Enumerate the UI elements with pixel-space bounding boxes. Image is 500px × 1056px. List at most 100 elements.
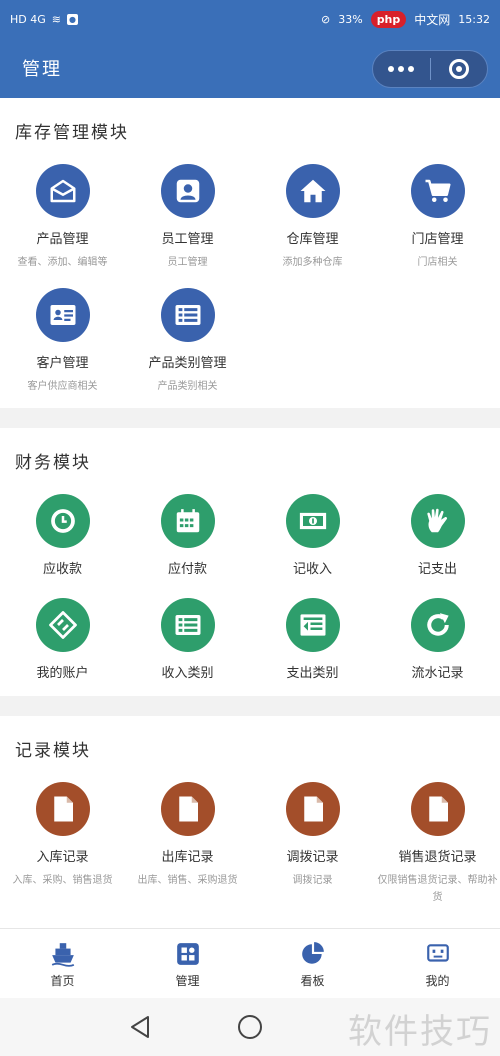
tile-transfer-records[interactable]: 调拨记录 调拨记录	[250, 782, 375, 889]
more-button[interactable]	[373, 51, 430, 87]
tile-description: 入库、采购、销售退货	[12, 875, 113, 886]
tile-description: 客户供应商相关	[27, 381, 98, 392]
tile-description: 查看、添加、编辑等	[17, 257, 108, 268]
tab-manage[interactable]: 管理	[125, 929, 250, 998]
records-section: 记录模块 入库记录 入库、采购、销售退货 出库记录 出库、销售、采购退货 调拨记…	[0, 716, 500, 928]
tile-label: 收入类别	[161, 666, 214, 681]
file-icon	[285, 782, 340, 836]
tile-description: 添加多种仓库	[282, 257, 343, 268]
tab-home[interactable]: 首页	[0, 929, 125, 998]
battery-level: 33%	[338, 12, 363, 26]
section-title: 库存管理模块	[15, 123, 129, 143]
tile-store-management[interactable]: 门店管理 门店相关	[375, 164, 500, 271]
watermark-text: 软件技巧	[348, 1012, 492, 1052]
tile-my-accounts[interactable]: 我的账户	[0, 598, 125, 681]
tile-description: 产品类别相关	[157, 381, 218, 392]
tile-receivables[interactable]: 应收款	[0, 494, 125, 577]
indent-list-icon	[285, 598, 340, 652]
tile-label: 仓库管理	[286, 232, 339, 247]
app-notification-icon: ●	[66, 13, 78, 25]
ship-icon	[51, 943, 74, 967]
tile-customer-management[interactable]: 客户管理 客户供应商相关	[0, 288, 125, 395]
tile-label: 客户管理	[36, 356, 89, 371]
tile-record-income[interactable]: 记收入	[250, 494, 375, 577]
clock-icon	[35, 494, 90, 548]
close-miniprogram-button[interactable]	[431, 51, 488, 87]
wifi-icon: ≋	[51, 12, 61, 26]
system-navigation-bar: 软件技巧	[0, 998, 500, 1056]
tile-description: 仅限销售退货记录、帮助补货	[377, 875, 498, 903]
contact-card-icon	[35, 288, 90, 342]
tile-label: 应付款	[167, 562, 207, 577]
list-icon	[160, 288, 215, 342]
tile-label: 调拨记录	[286, 850, 339, 865]
mute-icon: ⊘	[321, 12, 331, 26]
tile-description: 员工管理	[167, 257, 208, 268]
tile-outbound-records[interactable]: 出库记录 出库、销售、采购退货	[125, 782, 250, 889]
tile-label: 记收入	[292, 562, 332, 577]
apps-icon	[176, 943, 199, 965]
clock-time: 15:32	[458, 12, 490, 26]
tile-description: 调拨记录	[292, 875, 333, 886]
tab-label: 管理	[175, 974, 200, 988]
section-title: 记录模块	[15, 741, 91, 761]
section-title: 财务模块	[15, 453, 91, 473]
tile-expense-categories[interactable]: 支出类别	[250, 598, 375, 681]
tile-label: 支出类别	[286, 666, 339, 681]
tile-product-management[interactable]: 产品管理 查看、添加、编辑等	[0, 164, 125, 271]
transfer-icon	[35, 598, 90, 652]
tile-label: 产品类别管理	[148, 356, 227, 371]
tile-sales-return-records[interactable]: 销售退货记录 仅限销售退货记录、帮助补货	[375, 782, 500, 906]
tile-warehouse-management[interactable]: 仓库管理 添加多种仓库	[250, 164, 375, 271]
tile-label: 产品管理	[36, 232, 89, 247]
tab-label: 看板	[300, 974, 325, 988]
back-triangle-icon[interactable]	[128, 1014, 152, 1040]
tile-label: 员工管理	[161, 232, 214, 247]
status-bar: HD 4G ≋ ● ⊘ 33% php 中文网 15:32	[0, 0, 500, 38]
tab-dashboard[interactable]: 看板	[250, 929, 375, 998]
tile-staff-management[interactable]: 员工管理 员工管理	[125, 164, 250, 271]
home-icon	[285, 164, 340, 218]
tile-label: 流水记录	[411, 666, 464, 681]
file-icon	[410, 782, 465, 836]
target-icon	[448, 59, 469, 79]
tile-description: 出库、销售、采购退货	[137, 875, 238, 886]
inventory-section: 库存管理模块 产品管理 查看、添加、编辑等 员工管理 员工管理 仓库管理 添加多…	[0, 98, 500, 408]
tile-label: 记支出	[417, 562, 457, 577]
signal-indicator: HD 4G	[10, 12, 46, 26]
envelope-open-icon	[35, 164, 90, 218]
finance-section: 财务模块 应收款 应付款 记收入 记支出 我的账户 收入类别 支出类别 流水记录	[0, 428, 500, 696]
tab-me[interactable]: 我的	[375, 929, 500, 998]
tile-label: 出库记录	[161, 850, 214, 865]
more-dots-icon	[388, 66, 415, 72]
tile-label: 入库记录	[36, 850, 89, 865]
cart-icon	[410, 164, 465, 218]
tile-income-categories[interactable]: 收入类别	[125, 598, 250, 681]
user-icon	[160, 164, 215, 218]
tile-label: 销售退货记录	[398, 850, 477, 865]
pie-chart-icon	[301, 942, 324, 964]
tile-inbound-records[interactable]: 入库记录 入库、采购、销售退货	[0, 782, 125, 889]
bottom-tab-bar: 首页 管理 看板 我的	[0, 928, 500, 998]
tile-label: 应收款	[42, 562, 82, 577]
navigation-bar: 管理	[0, 38, 500, 98]
php-site-name: 中文网	[414, 12, 451, 27]
tile-record-expense[interactable]: 记支出	[375, 494, 500, 577]
tab-label: 首页	[50, 974, 75, 988]
tile-product-category-management[interactable]: 产品类别管理 产品类别相关	[125, 288, 250, 395]
list-icon	[160, 598, 215, 652]
money-icon	[285, 494, 340, 548]
hand-icon	[410, 494, 465, 548]
tile-label: 门店管理	[411, 232, 464, 247]
tile-description: 门店相关	[417, 257, 458, 268]
calendar-icon	[160, 494, 215, 548]
miniprogram-capsule	[372, 50, 488, 88]
robot-icon	[426, 944, 449, 962]
file-icon	[160, 782, 215, 836]
tile-payables[interactable]: 应付款	[125, 494, 250, 577]
page-title: 管理	[22, 59, 62, 80]
php-logo: php	[370, 10, 407, 28]
file-icon	[35, 782, 90, 836]
home-circle-button[interactable]	[238, 1015, 262, 1039]
tile-transaction-records[interactable]: 流水记录	[375, 598, 500, 681]
